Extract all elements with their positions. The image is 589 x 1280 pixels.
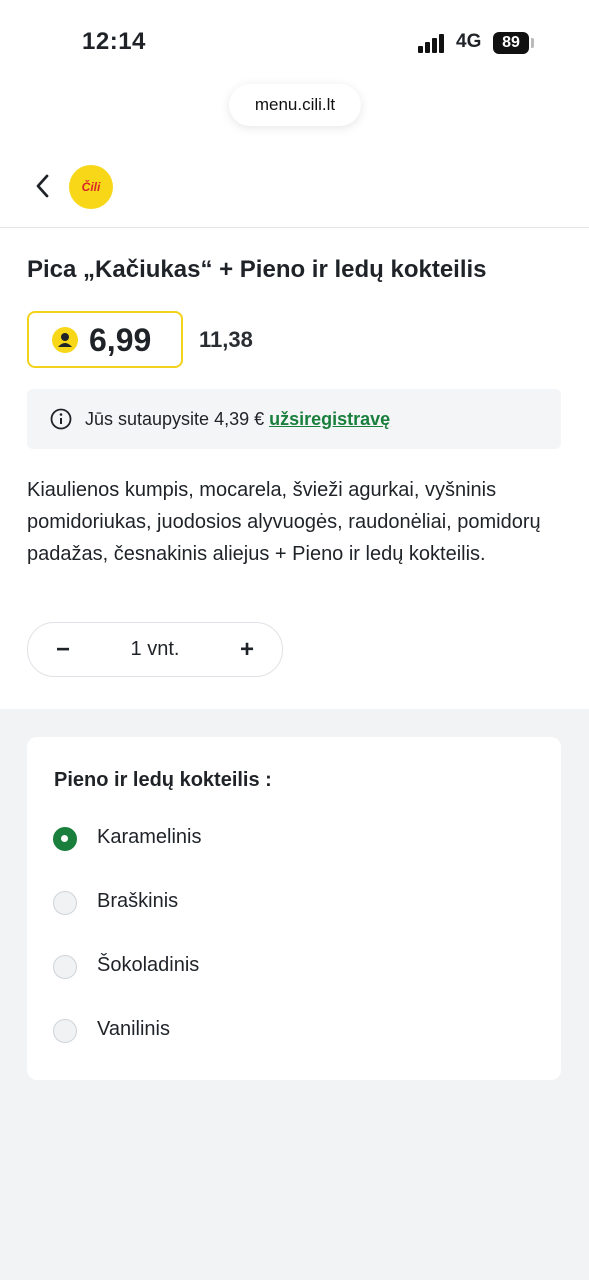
option-label: Šokoladinis xyxy=(97,954,200,976)
quantity-value: 1 vnt. xyxy=(130,638,180,660)
battery-tip xyxy=(531,38,534,48)
radio-unselected[interactable] xyxy=(53,955,77,979)
option-label: Karamelinis xyxy=(97,826,202,848)
savings-banner: Jūs sutaupysite 4,39 € užsiregistravę xyxy=(27,389,561,449)
app-header: Čili xyxy=(0,150,589,228)
product-description: Kiaulienos kumpis, mocarela, švieži agur… xyxy=(27,479,541,565)
register-link[interactable]: užsiregistravę xyxy=(269,409,390,429)
radio-selected[interactable] xyxy=(53,827,77,851)
radio-unselected[interactable] xyxy=(53,1019,77,1043)
url-bar[interactable]: menu.cili.lt xyxy=(229,84,361,126)
product-title: Pica „Kačiukas“ + Pieno ir ledų kokteili… xyxy=(27,256,487,283)
option-vanilinis[interactable]: Vanilinis xyxy=(53,1017,533,1047)
back-button[interactable] xyxy=(26,166,58,206)
option-braskinis[interactable]: Braškinis xyxy=(53,889,533,919)
signal-icon xyxy=(418,33,450,53)
option-karamelinis[interactable]: Karamelinis xyxy=(53,825,533,855)
increase-quantity-button[interactable]: + xyxy=(217,623,277,676)
chevron-left-icon xyxy=(36,174,49,198)
radio-unselected[interactable] xyxy=(53,891,77,915)
options-title: Pieno ir ledų kokteilis : xyxy=(54,769,272,791)
option-label: Vanilinis xyxy=(97,1018,170,1040)
status-time: 12:14 xyxy=(82,28,146,55)
option-label: Braškinis xyxy=(97,890,179,912)
status-bar: 12:14 4G 89 xyxy=(0,0,589,80)
brand-logo[interactable]: Čili xyxy=(69,165,113,209)
savings-message: Jūs sutaupysite 4,39 € xyxy=(85,409,270,429)
decrease-quantity-button[interactable]: − xyxy=(33,623,93,676)
options-card: Pieno ir ledų kokteilis : Karamelinis Br… xyxy=(27,737,561,1080)
user-icon xyxy=(52,327,78,353)
option-sokoladinis[interactable]: Šokoladinis xyxy=(53,953,533,983)
savings-text: Jūs sutaupysite 4,39 € užsiregistravę xyxy=(85,409,390,430)
battery-icon: 89 xyxy=(493,32,529,54)
info-icon xyxy=(50,408,72,430)
regular-price: 11,38 xyxy=(199,327,253,352)
member-price: 6,99 xyxy=(27,311,183,368)
network-label: 4G xyxy=(456,31,482,52)
quantity-stepper: − 1 vnt. + xyxy=(27,622,283,677)
price-value: 6,99 xyxy=(89,322,152,358)
logo-text: Čili xyxy=(81,180,101,194)
